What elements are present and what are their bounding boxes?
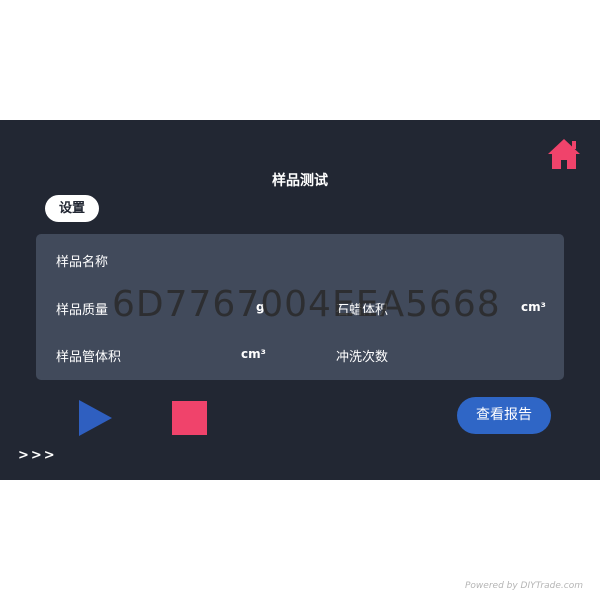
wash-count-label: 冲洗次数 bbox=[336, 350, 389, 365]
footer-credit: Powered by DIYTrade.com bbox=[465, 581, 583, 591]
start-button[interactable] bbox=[78, 400, 112, 436]
home-icon bbox=[548, 139, 580, 169]
sample-mass-label: 样品质量 bbox=[56, 303, 109, 318]
home-button[interactable] bbox=[546, 136, 582, 172]
sample-name-input[interactable] bbox=[136, 249, 540, 273]
watermark-text: 6D7767004EEA5668 bbox=[112, 284, 501, 325]
tube-volume-input[interactable] bbox=[148, 344, 237, 368]
page-title: 样品测试 bbox=[272, 173, 328, 189]
stop-button[interactable] bbox=[172, 401, 207, 435]
tube-volume-label: 样品管体积 bbox=[56, 350, 122, 365]
wax-volume-unit: cm³ bbox=[521, 300, 546, 314]
play-icon bbox=[79, 400, 112, 436]
wash-count-input[interactable] bbox=[406, 344, 550, 368]
view-report-button[interactable]: 查看报告 bbox=[457, 397, 551, 434]
more-arrows[interactable]: >>> bbox=[18, 448, 57, 463]
sample-name-label: 样品名称 bbox=[56, 255, 109, 270]
tube-volume-unit: cm³ bbox=[241, 347, 266, 361]
settings-button[interactable]: 设置 bbox=[45, 195, 99, 222]
